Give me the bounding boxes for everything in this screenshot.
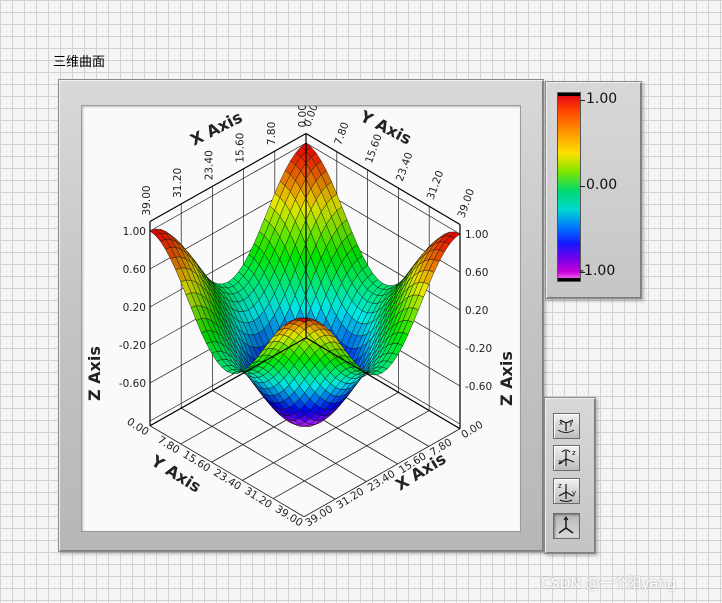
plot-area[interactable]: 0.00 7.80 15.60 23.40 31.20 39.00 0.00 7.80 15.6… — [81, 105, 521, 532]
graph-toolbar: x y x z z y — [544, 397, 596, 554]
x-tick-label-bottom: 0.00 — [459, 419, 485, 442]
svg-text:z: z — [572, 449, 576, 457]
z-tick-label-right: -0.60 — [465, 381, 492, 393]
colorbar-cap-bottom — [558, 278, 580, 281]
legend-label-min: -1.00 — [579, 263, 616, 279]
y-tick-label-top: 39.00 — [456, 187, 478, 219]
y-tick-label-bottom: 23.40 — [211, 467, 243, 493]
z-tick-label-left: 0.60 — [123, 264, 146, 276]
legend-tick — [580, 186, 585, 187]
x-tick-label-bottom: 39.00 — [303, 503, 335, 529]
x-tick-label-top: 23.40 — [203, 150, 215, 180]
y-tick-label-top: 23.40 — [394, 151, 416, 183]
y-tick-label-top: 7.80 — [332, 121, 351, 147]
colorbar-cap-top — [558, 93, 580, 96]
z-tick-label-right: 0.20 — [465, 305, 488, 317]
rotate-xy-plane-icon: x y — [557, 419, 575, 433]
colorbar[interactable] — [557, 92, 581, 282]
y-tick-label-bottom: 0.00 — [125, 416, 151, 439]
x-tick-label-top: 39.00 — [141, 185, 153, 215]
z-tick-label-right: 1.00 — [465, 229, 488, 241]
rotate-zy-button[interactable]: z y — [553, 478, 580, 504]
rotate-zy-icon: z y — [558, 482, 576, 502]
3d-surface-graph[interactable]: 0.00 7.80 15.60 23.40 31.20 39.00 0.00 7.80 15.6… — [58, 79, 544, 552]
y-tick-label-bottom: 39.00 — [273, 503, 305, 529]
z-axis-title-left: Z Axis — [85, 346, 104, 401]
z-tick-label-right: -0.20 — [465, 343, 492, 355]
rotate-xz-button[interactable]: x z — [553, 445, 580, 471]
z-tick-label-left: -0.20 — [119, 340, 146, 352]
watermark: CSDN @一个阳yang — [541, 576, 676, 592]
y-axis-title-top: Y Axis — [356, 106, 414, 148]
legend-tick — [580, 100, 585, 101]
z-tick-label-left: -0.60 — [119, 378, 146, 390]
surface-plot[interactable]: 0.007.8015.6023.4031.2039.000.007.80 15.6… — [82, 106, 520, 531]
rotate-xy-button[interactable]: x y — [553, 413, 580, 439]
legend-label-max: 1.00 — [586, 91, 618, 107]
default-view-icon — [558, 516, 574, 534]
legend-label-mid: 0.00 — [586, 177, 618, 193]
y-tick-label-top: 31.20 — [425, 169, 447, 201]
svg-text:z: z — [558, 482, 562, 490]
x-tick-label-top: 7.80 — [266, 122, 278, 145]
default-view-button[interactable] — [553, 513, 580, 539]
z-tick-label-left: 1.00 — [123, 226, 146, 238]
x-tick-label-top: 15.60 — [235, 133, 247, 163]
z-tick-label-right: 0.60 — [465, 267, 488, 279]
z-tick-label-left: 0.20 — [123, 302, 146, 314]
y-tick-label-bottom: 31.20 — [242, 485, 274, 511]
graph-label: 三维曲面 — [53, 55, 106, 70]
x-tick-label-top: 31.20 — [172, 168, 184, 198]
surface-mesh — [149, 142, 461, 427]
rotate-xz-icon: x z — [558, 449, 576, 466]
y-tick-label-top: 15.60 — [363, 133, 385, 165]
color-scale-legend[interactable]: 1.00 0.00 -1.00 — [545, 81, 642, 299]
z-axis-title-right: Z Axis — [497, 351, 516, 406]
x-tick-label-bottom: 31.20 — [334, 486, 366, 512]
